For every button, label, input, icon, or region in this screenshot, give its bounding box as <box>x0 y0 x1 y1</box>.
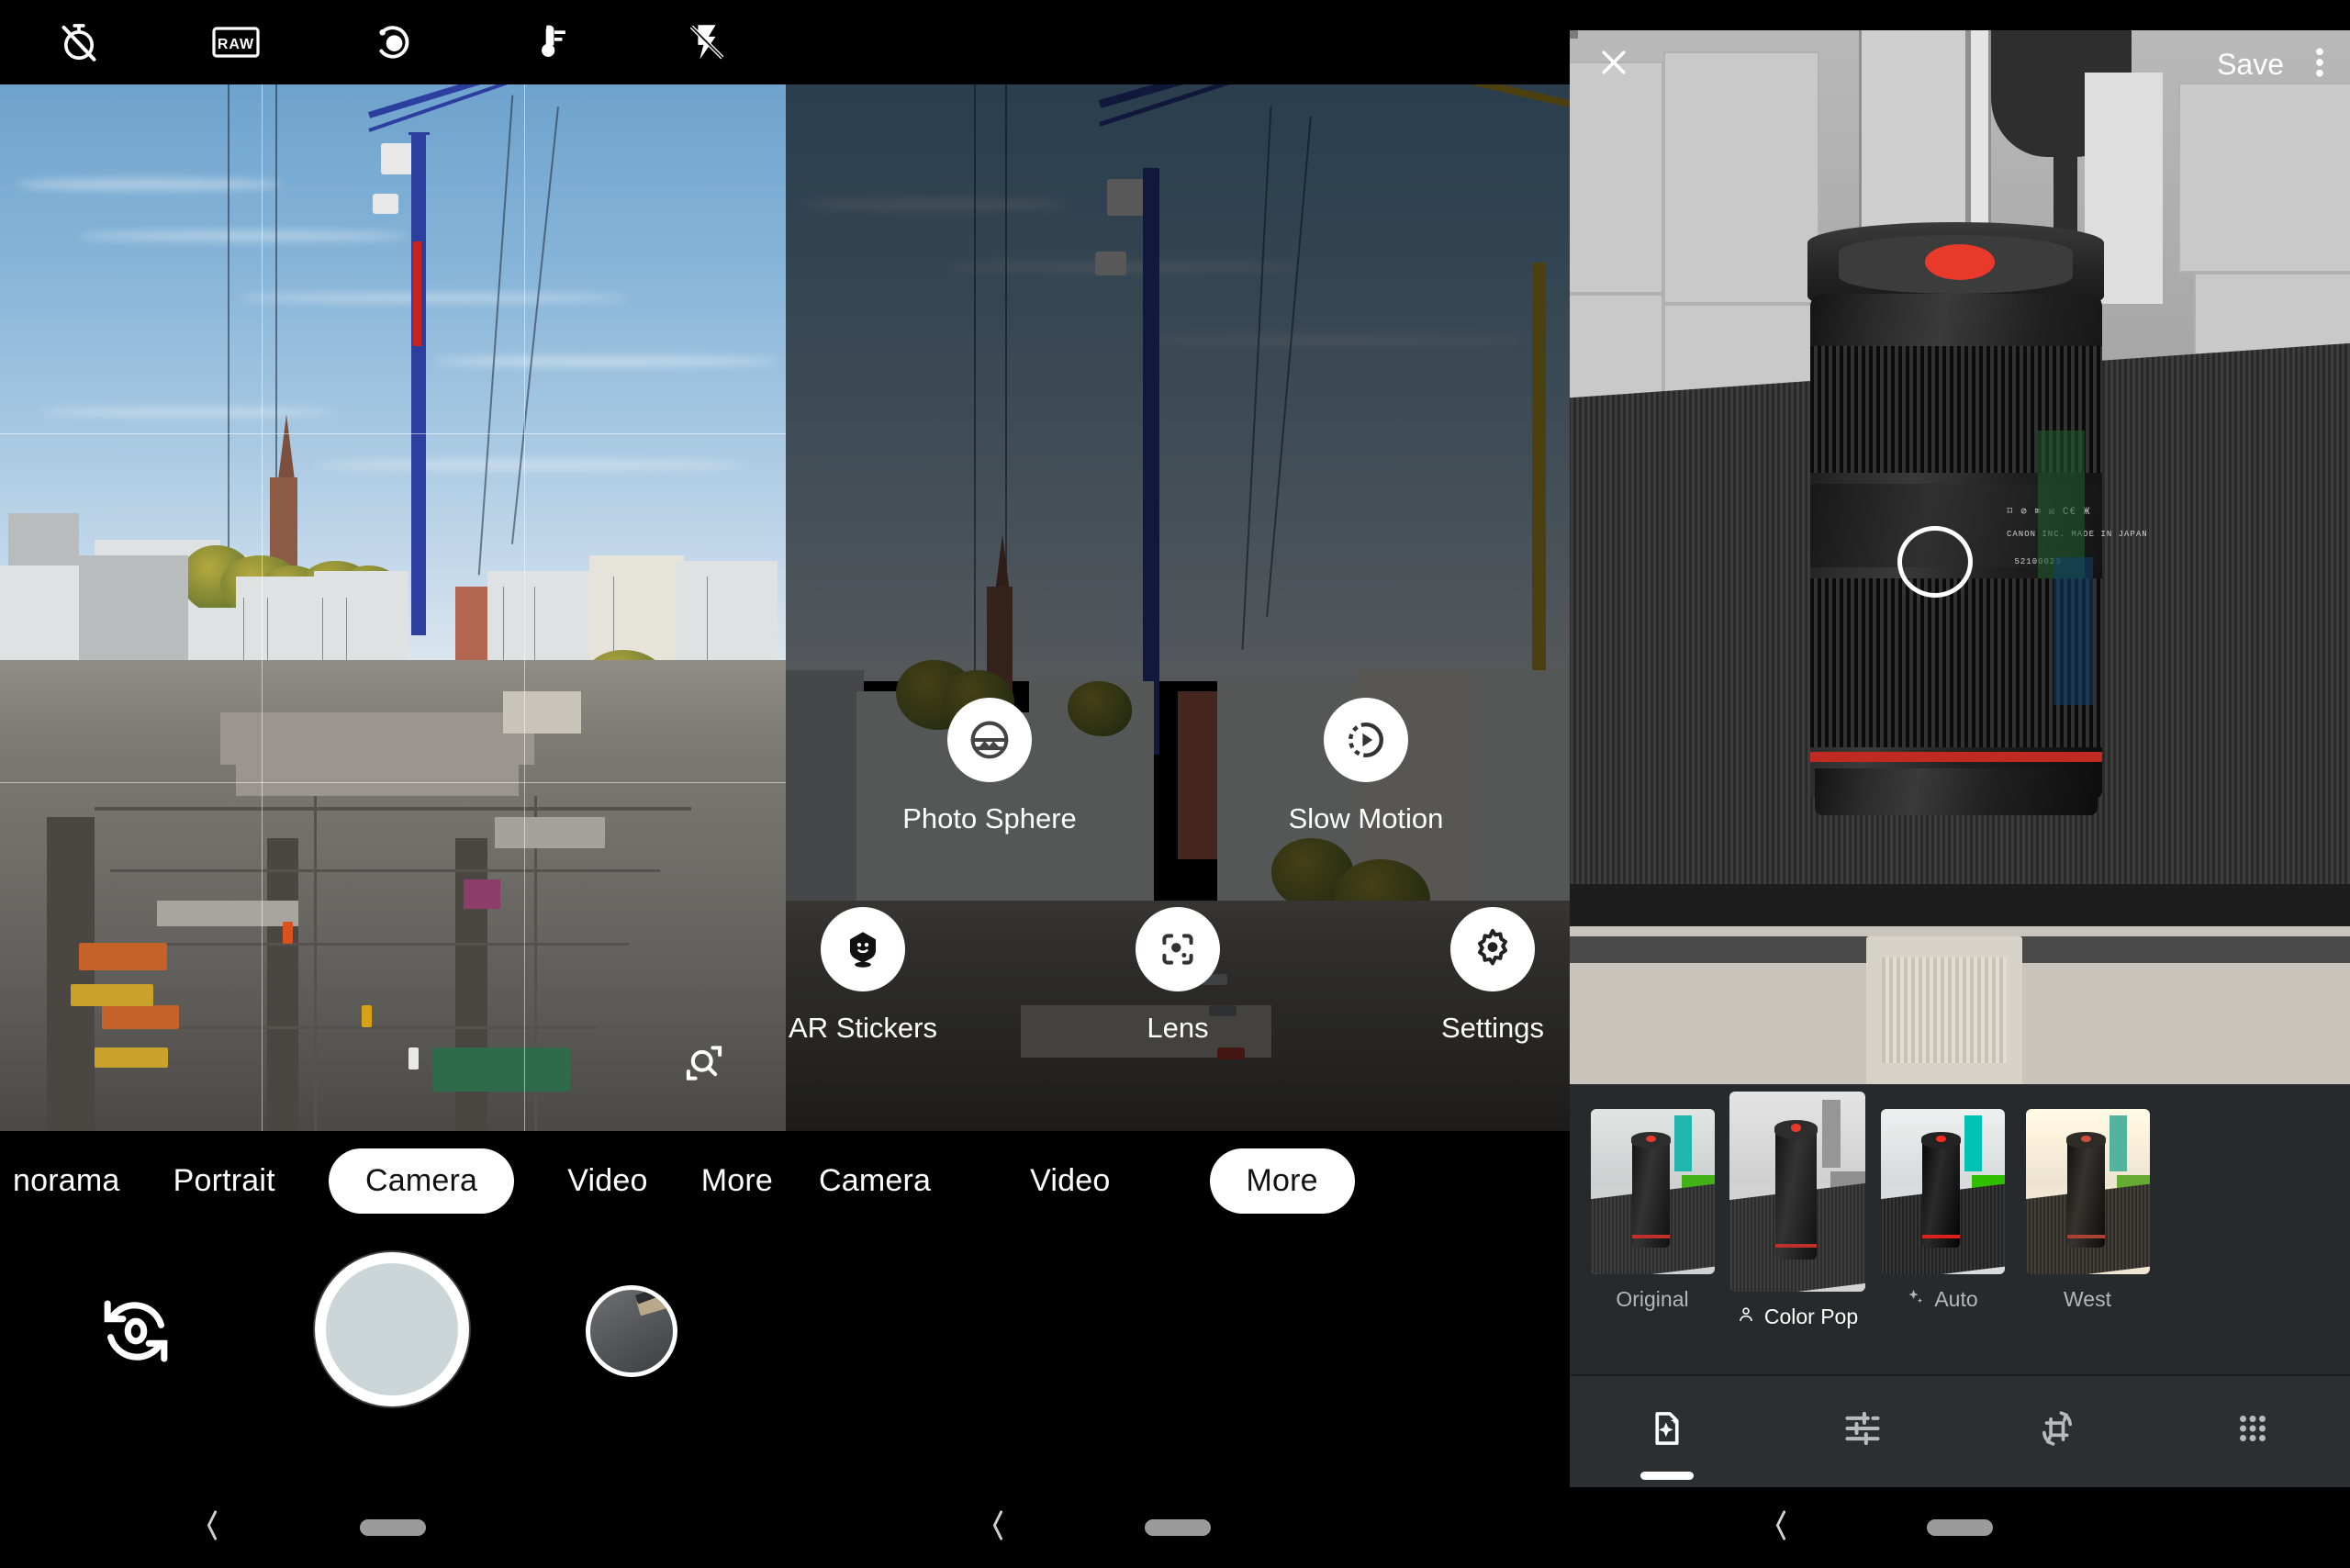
more-item-slow-motion[interactable]: Slow Motion <box>1260 698 1472 835</box>
auto-enhance-icon <box>1646 1407 1688 1454</box>
grid-line-horizontal-2 <box>0 781 786 783</box>
filter-label-original: Original <box>1616 1287 1689 1311</box>
switch-camera-icon[interactable] <box>90 1285 182 1377</box>
camera-mode-strip[interactable]: norama Portrait Camera Video More <box>0 1131 786 1230</box>
screenshot-root: RAW norama Portrait Camera Video More Ph… <box>0 0 2350 1568</box>
nav-home-pill[interactable] <box>360 1519 426 1536</box>
editor-status-bar <box>1570 0 2350 30</box>
filter-thumb-color-pop <box>1729 1092 1865 1292</box>
filter-color-pop[interactable]: Color Pop <box>1729 1092 1865 1329</box>
mode-portrait[interactable]: Portrait <box>173 1163 275 1199</box>
mode-video[interactable]: Video <box>567 1163 647 1199</box>
more-item-settings[interactable]: Settings <box>1416 907 1570 1045</box>
more-modes-grid: Photo Sphere Slow Motion AR Stickers Len… <box>786 698 1570 1045</box>
more-label-lens: Lens <box>1147 1012 1209 1044</box>
filter-label-color-pop: Color Pop <box>1763 1305 1859 1328</box>
filters-tool-button[interactable] <box>1570 1374 1765 1487</box>
filter-thumb-west <box>2025 1109 2150 1274</box>
filter-filmstrip[interactable]: Original Color Pop Auto West <box>1570 1084 2350 1374</box>
motion-photo-icon[interactable] <box>314 0 471 84</box>
editor-photo[interactable]: ⌑ ⊘ ⌧ ☒ C€ Ж CANON INC. MADE IN JAPAN 52… <box>1570 30 2350 1084</box>
crop-rotate-tool-button[interactable] <box>1960 1374 2155 1487</box>
filter-label-auto: Auto <box>1934 1287 1978 1311</box>
filter-thumb-original <box>1590 1109 1715 1274</box>
more-item-lens[interactable]: Lens <box>1101 907 1255 1045</box>
nav-back-icon-2[interactable] <box>986 1507 1010 1549</box>
nav-back-icon[interactable] <box>200 1507 224 1549</box>
filter-west[interactable]: West <box>2023 1109 2152 1312</box>
camera-top-toolbar: RAW <box>0 0 786 84</box>
shutter-button[interactable] <box>315 1252 469 1406</box>
ar-stickers-icon <box>821 907 905 991</box>
more-label-settings: Settings <box>1440 1012 1544 1044</box>
more-item-ar-stickers[interactable]: AR Stickers <box>786 907 940 1045</box>
magnify-icon[interactable] <box>679 1038 729 1092</box>
viewfinder[interactable] <box>0 84 786 1131</box>
sliders-icon <box>1841 1407 1884 1454</box>
viewfinder-scene <box>0 84 786 1131</box>
filter-thumb-auto <box>1880 1109 2005 1274</box>
capture-controls <box>0 1230 786 1432</box>
lens-icon <box>1136 907 1220 991</box>
slow-motion-icon <box>1324 698 1408 782</box>
white-balance-icon[interactable] <box>472 0 629 84</box>
close-icon[interactable] <box>1595 44 1632 85</box>
mode2-camera[interactable]: Camera <box>819 1163 931 1199</box>
more-vert-icon[interactable] <box>2315 44 2324 85</box>
filter-original[interactable]: Original <box>1588 1109 1717 1312</box>
grid-line-horizontal-1 <box>0 432 786 434</box>
svg-text:RAW: RAW <box>218 37 254 52</box>
markup-tool-button[interactable] <box>2155 1374 2350 1487</box>
photo-sphere-icon <box>947 698 1032 782</box>
settings-gear-icon <box>1450 907 1535 991</box>
system-nav-bar-camera <box>0 1487 786 1568</box>
filter-auto[interactable]: Auto <box>1878 1109 2007 1312</box>
crop-rotate-icon <box>2036 1407 2078 1454</box>
more-label-photo-sphere: Photo Sphere <box>902 802 1077 834</box>
more-mode-strip[interactable]: Camera Video More <box>786 1131 1570 1230</box>
grid-line-vertical-1 <box>262 84 263 1131</box>
sparkle-icon <box>1907 1287 1925 1312</box>
timer-off-icon[interactable] <box>0 0 157 84</box>
mode-panorama[interactable]: norama <box>13 1163 119 1199</box>
editor-toolbar <box>1570 1374 2350 1487</box>
tool-selected-indicator <box>1640 1472 1695 1480</box>
adjust-tool-button[interactable] <box>1765 1374 1961 1487</box>
more-modes-panel: Photo Sphere Slow Motion AR Stickers Len… <box>786 0 1570 1568</box>
camera-viewfinder-panel: RAW norama Portrait Camera Video More <box>0 0 786 1568</box>
more-item-photo-sphere[interactable]: Photo Sphere <box>884 698 1095 835</box>
nav-back-icon-3[interactable] <box>1769 1507 1793 1549</box>
person-icon <box>1737 1305 1755 1329</box>
mode2-more[interactable]: More <box>1209 1148 1355 1214</box>
flash-off-icon[interactable] <box>629 0 786 84</box>
more-label-slow-motion: Slow Motion <box>1288 802 1444 834</box>
raw-icon[interactable]: RAW <box>157 0 314 84</box>
nav-home-pill-2[interactable] <box>1145 1519 1211 1536</box>
system-nav-bar-editor <box>1570 1487 2350 1568</box>
system-nav-bar-more <box>786 1487 1570 1568</box>
filter-label-west: West <box>2064 1287 2111 1311</box>
grid-dots-icon <box>2233 1409 2272 1452</box>
photo-editor-panel: ⌑ ⊘ ⌧ ☒ C€ Ж CANON INC. MADE IN JAPAN 52… <box>1570 0 2350 1568</box>
more-label-ar-stickers: AR Stickers <box>789 1012 937 1044</box>
grid-line-vertical-2 <box>523 84 525 1131</box>
mode2-video[interactable]: Video <box>1030 1163 1110 1199</box>
mode-more[interactable]: More <box>701 1163 773 1199</box>
editor-header: Save <box>1570 30 2350 99</box>
gallery-thumbnail[interactable] <box>586 1285 677 1377</box>
save-button[interactable]: Save <box>2217 48 2284 82</box>
nav-home-pill-3[interactable] <box>1927 1519 1993 1536</box>
color-pop-selection-handle[interactable] <box>1897 525 1973 598</box>
mode-camera[interactable]: Camera <box>328 1148 515 1214</box>
